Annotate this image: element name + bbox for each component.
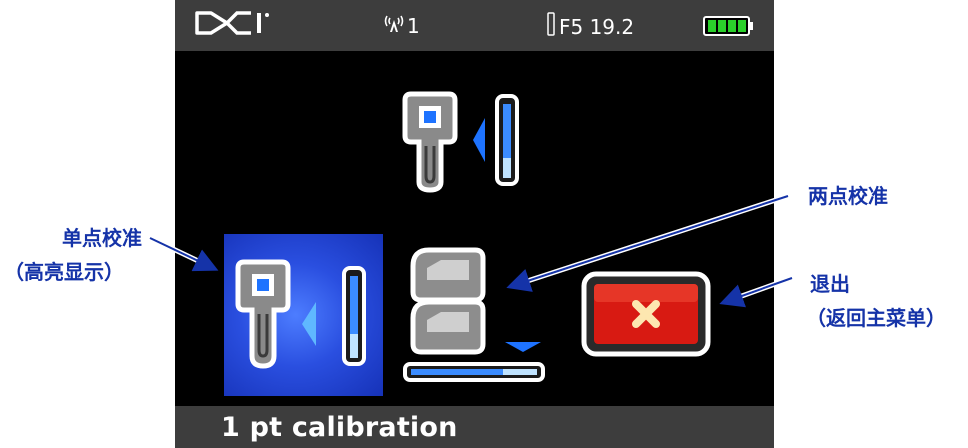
mode-label: 1 pt calibration [221,412,458,443]
frequency-readout: F5 19.2 [547,12,634,41]
mode-footer: 1 pt calibration [175,406,774,448]
annotation-one-point-sub: （高亮显示） [4,260,124,284]
status-bar: 1 F5 19.2 [175,0,774,51]
signal-indicator: 1 [383,12,420,39]
dci-logo [193,9,271,44]
antenna-icon [383,12,405,39]
frequency-value: F5 19.2 [559,14,635,39]
transmitter-icon [547,12,555,41]
annotation-one-point: 单点校准 [62,226,142,250]
one-point-calibration-button[interactable] [230,258,380,378]
annotation-exit-sub: （返回主菜单） [806,306,946,330]
top-calibration-icon[interactable] [397,90,547,198]
battery-icon [703,16,755,41]
device-screen: 1 F5 19.2 1 pt calibration [175,0,774,448]
annotation-exit: 退出 [810,272,850,296]
annotation-two-point: 两点校准 [808,184,888,208]
signal-channel: 1 [407,13,420,38]
two-point-calibration-button[interactable] [399,240,555,390]
exit-button[interactable] [580,270,712,362]
